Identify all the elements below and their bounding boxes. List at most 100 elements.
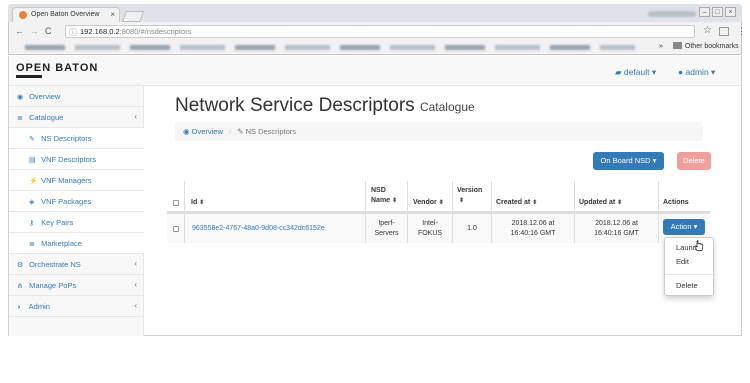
column-header-created[interactable]: Created at ⬍ bbox=[491, 181, 574, 211]
header-label: Version ⬍ bbox=[457, 186, 482, 206]
other-bookmarks-label: Other bookmarks bbox=[684, 43, 739, 50]
reload-icon[interactable]: C bbox=[45, 26, 52, 36]
sidebar-item-label: Catalogue bbox=[29, 113, 64, 122]
project-dropdown[interactable]: ▰ default ▾ bbox=[615, 67, 656, 78]
sidebar-item-catalogue[interactable]: ≣ Catalogue ‹ bbox=[9, 107, 144, 128]
checkbox-icon bbox=[173, 200, 179, 206]
menu-divider bbox=[665, 274, 713, 275]
address-bar-row: ← → C ⓘ 192.168.0.2:8080/#/nsdescriptors… bbox=[8, 22, 746, 40]
header-label: NSD Name ⬍ bbox=[371, 186, 397, 206]
dashboard-icon: ◉ bbox=[17, 94, 24, 101]
sidebar-item-marketplace[interactable]: ≣ Marketplace bbox=[9, 233, 144, 254]
sort-icon: ⬍ bbox=[617, 200, 623, 206]
caret-down-icon: ▾ bbox=[693, 222, 698, 231]
minimize-icon[interactable]: – bbox=[699, 7, 710, 17]
bookmarks-bar: » Other bookmarks bbox=[8, 40, 742, 55]
sidebar-item-vnf-packages[interactable]: ◈ VNF Packages bbox=[9, 191, 144, 212]
bookmark-star-icon[interactable]: ☆ bbox=[703, 25, 712, 36]
sidebar-item-label: VNF Packages bbox=[41, 197, 92, 206]
header-label: Actions bbox=[663, 199, 689, 206]
sidebar-item-overview[interactable]: ◉ Overview bbox=[9, 86, 144, 107]
brand-underline bbox=[16, 75, 42, 78]
url-input[interactable]: ⓘ 192.168.0.2:8080/#/nsdescriptors bbox=[65, 25, 695, 38]
onboard-nsd-label: On Board NSD bbox=[600, 156, 651, 165]
onboard-nsd-button[interactable]: On Board NSD ▾ bbox=[593, 152, 664, 170]
info-icon[interactable]: ⓘ bbox=[69, 27, 77, 38]
sidebar-item-label: Admin bbox=[28, 302, 50, 311]
database-icon: ≣ bbox=[17, 115, 23, 122]
sidebar-item-vnf-descriptors[interactable]: ▤ VNF Descriptors bbox=[9, 149, 144, 170]
breadcrumb: ◉ Overview / ✎ NS Descriptors bbox=[175, 122, 703, 141]
user-dropdown[interactable]: ● admin ▾ bbox=[678, 67, 715, 78]
sidebar-item-orchestrate-ns[interactable]: ⚙ Orchestrate NS ‹ bbox=[9, 254, 144, 275]
cell-text: 2018.12.06 at 16:40:16 GMT bbox=[594, 219, 639, 239]
user-label: admin bbox=[685, 67, 709, 77]
sort-icon: ⬍ bbox=[459, 198, 465, 204]
header-label-line: NSD bbox=[371, 187, 386, 194]
breadcrumb-overview-link[interactable]: Overview bbox=[192, 127, 223, 136]
forward-arrow-icon[interactable]: → bbox=[30, 26, 39, 36]
nsd-updated-at: 2018.12.06 at 16:40:16 GMT bbox=[574, 214, 658, 243]
sidebar-item-vnf-managers[interactable]: ⚡ VNF Managers bbox=[9, 170, 144, 191]
nsd-id-link[interactable]: 963558e2-4767-48a0-9d08-cc342dc6152e bbox=[184, 214, 365, 243]
close-tab-icon[interactable]: × bbox=[110, 10, 115, 19]
menu-item-delete[interactable]: Delete bbox=[676, 281, 698, 290]
edit-icon: ✎ bbox=[29, 136, 35, 143]
sort-icon: ⬍ bbox=[438, 200, 444, 206]
column-header-version[interactable]: Version ⬍ bbox=[452, 181, 491, 211]
sidebar-item-label: Overview bbox=[29, 92, 61, 101]
menu-item-edit[interactable]: Edit bbox=[676, 257, 689, 266]
delete-button[interactable]: Delete bbox=[677, 152, 711, 170]
maximize-icon[interactable]: □ bbox=[712, 7, 723, 17]
header-label: Created at bbox=[496, 199, 531, 206]
column-header-updated[interactable]: Updated at ⬍ bbox=[574, 181, 658, 211]
cell-text-line: Intel- bbox=[422, 219, 438, 227]
column-header-nsd-name[interactable]: NSD Name ⬍ bbox=[365, 181, 407, 211]
cell-text-line: FOKUS bbox=[417, 229, 443, 237]
cell-text-line: 2018.12.06 at bbox=[595, 219, 638, 227]
tab-title: Open Baton Overview bbox=[31, 11, 100, 18]
browser-menu-icon[interactable]: ⋮ bbox=[737, 26, 746, 37]
sidebar: ◉ Overview ≣ Catalogue ‹ ✎ NS Descriptor… bbox=[9, 86, 144, 336]
browser-chrome: Open Baton Overview × – □ × ← → C ⓘ 192.… bbox=[0, 0, 750, 55]
sidebar-item-ns-descriptors[interactable]: ✎ NS Descriptors bbox=[9, 128, 144, 149]
extension-icon[interactable] bbox=[719, 27, 729, 36]
other-bookmarks[interactable]: » Other bookmarks bbox=[659, 42, 739, 50]
cell-text-line: 16:40:16 GMT bbox=[510, 229, 556, 237]
header-label: Id bbox=[191, 199, 198, 206]
sidebar-item-key-pairs[interactable]: ⚷ Key Pairs bbox=[9, 212, 144, 233]
project-label: default bbox=[623, 67, 650, 77]
gears-icon: ⚙ bbox=[17, 262, 24, 269]
header-label: Updated at bbox=[579, 199, 616, 206]
brand-logo[interactable]: OPEN BATON bbox=[16, 62, 98, 74]
key-icon: ⚷ bbox=[29, 220, 35, 227]
column-header-id[interactable]: Id ⬍ bbox=[184, 181, 365, 211]
bookmarks-chevron-icon[interactable]: » bbox=[659, 43, 663, 50]
page-title: Network Service Descriptors Catalogue bbox=[175, 95, 475, 117]
column-header-actions: Actions bbox=[658, 181, 710, 211]
breadcrumb-separator: / bbox=[229, 127, 232, 136]
row-checkbox[interactable] bbox=[167, 214, 184, 243]
sidebar-item-admin[interactable]: ◗ Admin ‹ bbox=[9, 296, 144, 317]
url-host: 192.168.0.2 bbox=[80, 27, 120, 36]
shield-icon: ◗ bbox=[17, 304, 22, 311]
table-row[interactable]: 963558e2-4767-48a0-9d08-cc342dc6152e Ipe… bbox=[167, 213, 710, 243]
sidebar-item-label: VNF Descriptors bbox=[41, 155, 97, 164]
cell-text-line: 16:40:16 GMT bbox=[594, 229, 639, 237]
column-header-vendor[interactable]: Vendor ⬍ bbox=[407, 181, 452, 211]
browser-tab[interactable]: Open Baton Overview × bbox=[12, 7, 120, 22]
sidebar-item-label: Manage PoPs bbox=[29, 281, 77, 290]
nsd-name: Iperf- Servers bbox=[365, 214, 407, 243]
bookmark-items[interactable] bbox=[25, 45, 635, 50]
sidebar-item-manage-pops[interactable]: ⋔ Manage PoPs ‹ bbox=[9, 275, 144, 296]
plug-icon: ⚡ bbox=[29, 178, 38, 185]
select-all-checkbox[interactable] bbox=[167, 181, 184, 211]
user-icon: ● bbox=[678, 67, 684, 77]
back-arrow-icon[interactable]: ← bbox=[15, 26, 24, 36]
nsd-version: 1.0 bbox=[452, 214, 491, 243]
new-tab-button[interactable] bbox=[121, 11, 145, 22]
edit-icon: ✎ bbox=[237, 127, 244, 136]
close-window-icon[interactable]: × bbox=[725, 7, 736, 17]
sidebar-item-label: NS Descriptors bbox=[41, 134, 92, 143]
row-action-button[interactable]: Action ▾ bbox=[663, 219, 705, 235]
